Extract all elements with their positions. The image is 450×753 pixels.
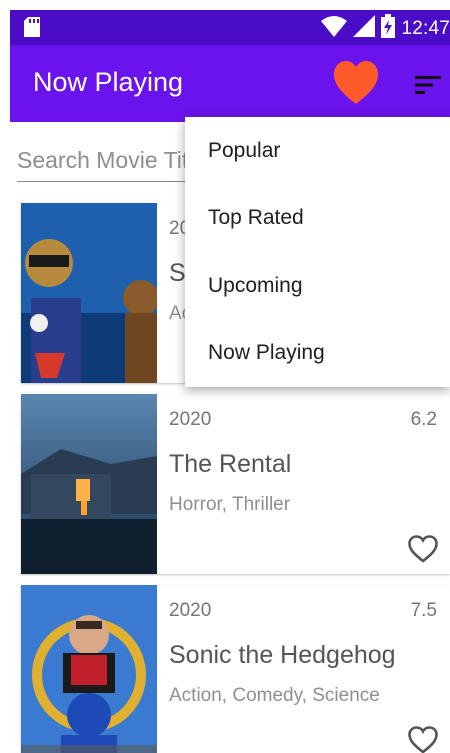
movie-genres: Horror, Thriller (169, 494, 291, 515)
sort-icon[interactable] (415, 75, 441, 95)
movie-title: The Rental (169, 450, 292, 478)
movie-year: 2020 (169, 409, 212, 430)
battery-charging-icon (381, 14, 396, 43)
status-time: 12:47 (401, 17, 450, 39)
movie-poster (21, 203, 157, 383)
sort-menu: Popular Top Rated Upcoming Now Playing (185, 117, 450, 387)
wifi-icon (321, 15, 348, 42)
app-bar: Now Playing (10, 45, 450, 122)
sd-card-icon (24, 17, 40, 42)
signal-icon (353, 15, 376, 42)
movie-poster (21, 394, 157, 574)
favorites-heart-icon[interactable] (332, 60, 380, 106)
movie-card[interactable]: 2020 7.5 Sonic the Hedgehog Action, Come… (21, 585, 450, 753)
movie-rating: 6.2 (410, 409, 437, 430)
menu-item-top-rated[interactable]: Top Rated (185, 185, 450, 253)
favorite-heart-outline-icon[interactable] (407, 725, 439, 753)
movie-year: 2020 (169, 600, 212, 621)
movie-genres: Action, Comedy, Science (169, 685, 380, 706)
movie-rating: 7.5 (410, 600, 437, 621)
movie-title: Sonic the Hedgehog (169, 641, 396, 669)
movie-poster (21, 585, 157, 753)
favorite-heart-outline-icon[interactable] (407, 534, 439, 564)
page-title: Now Playing (33, 67, 184, 97)
status-bar: 12:47 (10, 10, 450, 45)
menu-item-popular[interactable]: Popular (185, 117, 450, 185)
menu-item-upcoming[interactable]: Upcoming (185, 252, 450, 320)
menu-item-now-playing[interactable]: Now Playing (185, 320, 450, 388)
movie-card[interactable]: 2020 6.2 The Rental Horror, Thriller (21, 394, 450, 574)
